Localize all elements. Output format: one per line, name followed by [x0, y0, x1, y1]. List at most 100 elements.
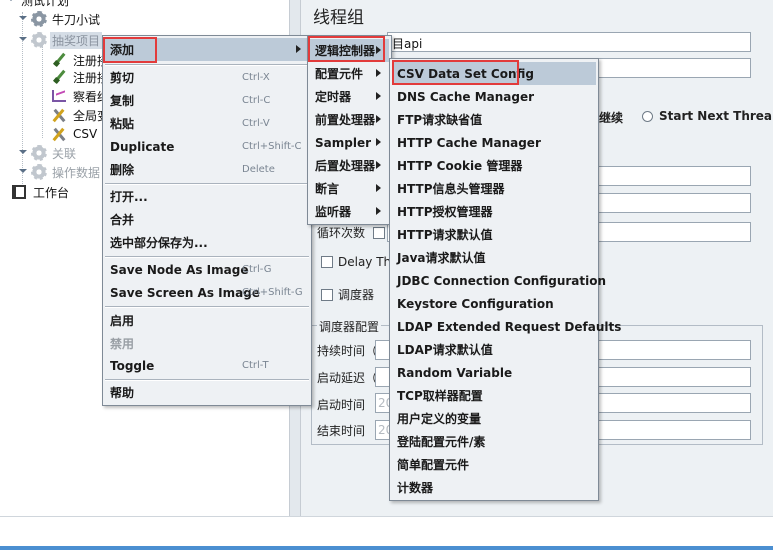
config-item-csv-data-set[interactable]: CSV Data Set Config — [392, 62, 596, 85]
loop-forever-checkbox[interactable] — [372, 227, 385, 239]
menu-item-save-node-image[interactable]: Save Node As Image Ctrl-G — [105, 258, 309, 281]
menu-item-label: 删除 — [110, 163, 135, 177]
tree-node-label: 工作台 — [33, 185, 70, 200]
menu-item-help[interactable]: 帮助 — [105, 381, 309, 404]
radio-button[interactable] — [642, 111, 653, 122]
menu-item-label: 后置处理器 — [315, 159, 376, 173]
context-menu: 添加 剪切 Ctrl-X 复制 Ctrl-C 粘贴 Ctrl-V Duplica… — [102, 35, 312, 406]
menu-item-paste[interactable]: 粘贴 Ctrl-V — [105, 112, 309, 135]
add-submenu: 逻辑控制器 配置元件 定时器 前置处理器 Sampler 后置处理器 断言 监听… — [307, 35, 392, 225]
config-item-http-header[interactable]: HTTP信息头管理器 — [392, 177, 596, 200]
config-item-http-cache[interactable]: HTTP Cache Manager — [392, 131, 596, 154]
menu-item-save-screen-image[interactable]: Save Screen As Image Ctrl+Shift-G — [105, 281, 309, 304]
menu-item-label: DNS Cache Manager — [397, 89, 535, 104]
scheduler-config-title: 调度器配置 — [317, 318, 382, 335]
menu-item-label: 简单配置元件 — [397, 458, 470, 472]
menu-item-open[interactable]: 打开... — [105, 185, 309, 208]
menu-item-label: 断言 — [315, 182, 340, 196]
config-item-ldap-defaults[interactable]: LDAP请求默认值 — [392, 338, 596, 361]
submenu-arrow-icon — [376, 207, 385, 215]
menu-item-duplicate[interactable]: Duplicate Ctrl+Shift-C — [105, 135, 309, 158]
gear-icon — [31, 11, 47, 27]
on-error-continue-radio[interactable]: 继续 — [599, 109, 623, 126]
config-item-ldap-extended[interactable]: LDAP Extended Request Defaults — [392, 315, 621, 338]
collapse-arrow-icon[interactable] — [6, 0, 15, 5]
tree-node-config[interactable]: CSV — [52, 124, 99, 144]
config-item-random-variable[interactable]: Random Variable — [392, 361, 596, 384]
shortcut-text: Ctrl-C — [242, 95, 271, 106]
submenu-arrow-icon — [376, 115, 385, 123]
menu-item-copy[interactable]: 复制 Ctrl-C — [105, 89, 309, 112]
tree-node-thread-group-selected[interactable]: 抽奖项目 — [18, 30, 103, 50]
shortcut-text: Ctrl+Shift-G — [242, 287, 303, 298]
name-field[interactable]: 目api — [387, 32, 751, 52]
pipette-icon — [52, 70, 66, 84]
config-item-dns-cache[interactable]: DNS Cache Manager — [392, 85, 596, 108]
submenu-item-timer[interactable]: 定时器 — [310, 85, 389, 108]
submenu-item-assertion[interactable]: 断言 — [310, 177, 389, 200]
scheduler-row[interactable]: 调度器 — [321, 286, 374, 303]
tree-node-workbench[interactable]: 工作台 — [12, 182, 71, 202]
gear-icon — [31, 32, 47, 48]
accent-bar — [0, 546, 773, 550]
config-item-ftp-defaults[interactable]: FTP请求缺省值 — [392, 108, 596, 131]
config-item-simple-config[interactable]: 简单配置元件 — [392, 453, 596, 476]
submenu-item-sampler[interactable]: Sampler — [310, 131, 389, 154]
config-item-login-config[interactable]: 登陆配置元件/素 — [392, 430, 596, 453]
submenu-item-config-element[interactable]: 配置元件 — [310, 62, 389, 85]
tree-node-label: 抽奖项目 — [50, 31, 103, 49]
wrench-icon — [52, 108, 66, 122]
menu-item-add[interactable]: 添加 — [105, 38, 309, 61]
submenu-arrow-icon — [296, 45, 305, 53]
config-item-user-variables[interactable]: 用户定义的变量 — [392, 407, 596, 430]
tree-node-thread-group[interactable]: 牛刀小试 — [18, 9, 102, 29]
tree-node-thread-group[interactable]: 操作数据 — [18, 162, 102, 182]
menu-item-label: 打开... — [110, 190, 148, 204]
config-item-keystore[interactable]: Keystore Configuration — [392, 292, 596, 315]
submenu-item-pre-processor[interactable]: 前置处理器 — [310, 108, 389, 131]
status-strip — [0, 516, 773, 550]
expand-arrow-icon[interactable] — [18, 149, 27, 158]
menu-item-cut[interactable]: 剪切 Ctrl-X — [105, 66, 309, 89]
pipette-icon — [52, 53, 66, 67]
config-item-jdbc[interactable]: JDBC Connection Configuration — [392, 269, 606, 292]
scheduler-checkbox[interactable] — [321, 289, 333, 301]
menu-item-label: 登陆配置元件/素 — [397, 435, 486, 449]
menu-item-label: Save Screen As Image — [110, 285, 260, 300]
menu-item-delete[interactable]: 删除 Delete — [105, 158, 309, 181]
delay-thread-row[interactable]: Delay Thr — [321, 255, 396, 269]
submenu-item-post-processor[interactable]: 后置处理器 — [310, 154, 389, 177]
menu-item-save-selection[interactable]: 选中部分保存为... — [105, 231, 309, 254]
submenu-arrow-icon — [376, 184, 385, 192]
config-item-http-auth[interactable]: HTTP授权管理器 — [392, 200, 596, 223]
menu-item-merge[interactable]: 合并 — [105, 208, 309, 231]
menu-item-label: 启用 — [110, 314, 135, 328]
submenu-item-listener[interactable]: 监听器 — [310, 200, 389, 223]
menu-item-label: Sampler — [315, 135, 372, 150]
config-item-counter[interactable]: 计数器 — [392, 476, 596, 499]
config-item-http-defaults[interactable]: HTTP请求默认值 — [392, 223, 596, 246]
config-element-submenu: CSV Data Set Config DNS Cache Manager FT… — [389, 58, 621, 501]
menu-item-label: 前置处理器 — [315, 113, 376, 127]
menu-item-label: HTTP授权管理器 — [397, 205, 493, 219]
menu-item-label: 剪切 — [110, 71, 135, 85]
on-error-start-next-radio[interactable]: Start Next Threa — [642, 109, 772, 123]
config-item-tcp-sampler[interactable]: TCP取样器配置 — [392, 384, 596, 407]
submenu-item-logic-controller[interactable]: 逻辑控制器 — [310, 39, 389, 62]
expand-arrow-icon[interactable] — [18, 15, 27, 24]
tree-node-thread-group[interactable]: 关联 — [18, 143, 78, 163]
tree-node-label: CSV — [73, 127, 98, 141]
delay-thread-label: Delay Thr — [338, 255, 397, 269]
menu-item-enable[interactable]: 启用 — [105, 309, 309, 332]
menu-item-label: 配置元件 — [315, 67, 364, 81]
menu-item-label: 选中部分保存为... — [110, 236, 208, 250]
config-item-http-cookie[interactable]: HTTP Cookie 管理器 — [392, 154, 596, 177]
config-item-java-defaults[interactable]: Java请求默认值 — [392, 246, 596, 269]
menu-item-label: 逻辑控制器 — [315, 44, 376, 58]
collapse-arrow-icon[interactable] — [18, 36, 27, 45]
loop-count-row: 循环次数 — [317, 224, 390, 241]
delay-thread-checkbox[interactable] — [321, 256, 333, 268]
menu-item-toggle[interactable]: Toggle Ctrl-T — [105, 354, 309, 377]
expand-arrow-icon[interactable] — [18, 168, 27, 177]
menu-item-label: 禁用 — [110, 337, 135, 351]
